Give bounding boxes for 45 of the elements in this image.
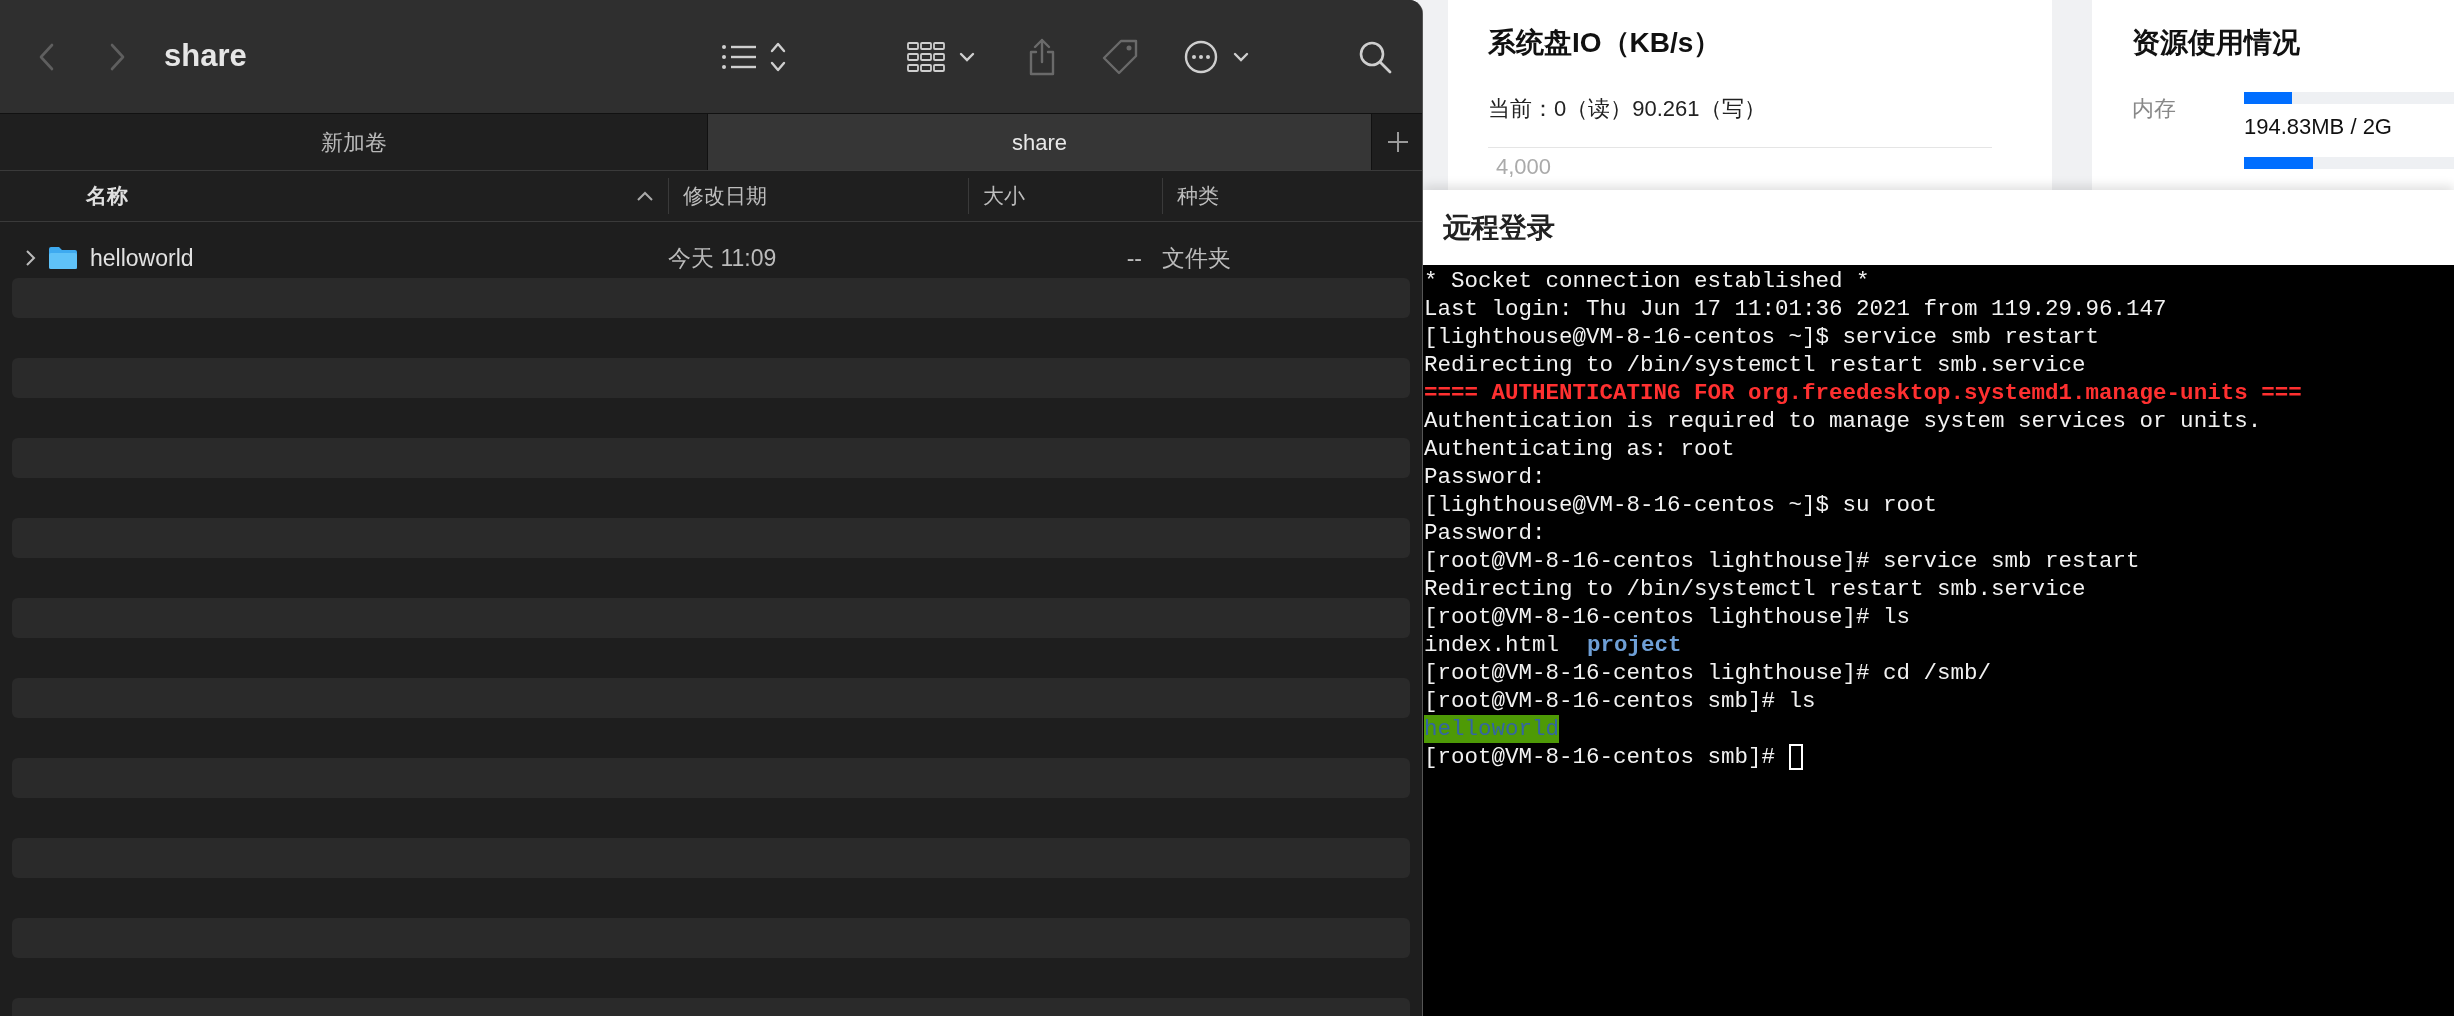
current-io-text: 当前：0（读）90.261（写） xyxy=(1488,95,1767,123)
terminal-text: ==== AUTHENTICATING FOR org.freedesktop.systemd1.manage-units === xyxy=(1424,379,2302,407)
terminal-text: [root@VM-8-16-centos lighthouse]# service smb restart xyxy=(1424,547,2140,575)
panel-title: 远程登录 xyxy=(1443,210,1555,245)
usage-reading: 194.83MB / 2G xyxy=(2244,113,2393,141)
column-header[interactable]: 修改日期 xyxy=(683,180,767,212)
file-date: 今天 11:09 xyxy=(668,243,778,273)
card-title: 资源使用情况 xyxy=(2132,26,2301,60)
disclosure-icon[interactable] xyxy=(24,249,38,267)
terminal-text: [root@VM-8-16-centos lighthouse]# cd /smb/ xyxy=(1424,659,1992,687)
card-title: 系统盘IO（KB/s） xyxy=(1488,26,1723,60)
terminal-text: [root@VM-8-16-centos smb]# xyxy=(1424,743,1776,771)
terminal-text: helloworld xyxy=(1424,715,1560,743)
column-header[interactable]: 大小 xyxy=(983,180,1025,212)
terminal-text: * Socket connection established * xyxy=(1424,267,1870,295)
share-icon[interactable] xyxy=(1027,37,1057,76)
terminal-text: [root@VM-8-16-centos lighthouse]# ls xyxy=(1424,603,1911,631)
column-header[interactable]: 种类 xyxy=(1177,180,1219,212)
window-title: share xyxy=(164,37,247,76)
terminal-text: Authentication is required to manage system services or units. xyxy=(1424,407,2262,435)
axis-tick-label: 4,000 xyxy=(1496,154,1552,179)
tab[interactable]: share xyxy=(708,114,1372,170)
terminal-text: [root@VM-8-16-centos smb]# ls xyxy=(1424,687,1816,715)
tag-icon[interactable] xyxy=(1101,37,1139,76)
terminal-text: [lighthouse@VM-8-16-centos ~]$ service smb restart xyxy=(1424,323,2100,351)
terminal-text: project xyxy=(1587,631,1682,659)
search-icon[interactable] xyxy=(1358,39,1392,74)
file-name: helloworld xyxy=(90,243,194,273)
terminal-text: Redirecting to /bin/systemctl restart smb.service xyxy=(1424,351,2086,379)
grid-view-icon[interactable] xyxy=(907,39,977,74)
terminal-text: [lighthouse@VM-8-16-centos ~]$ su root xyxy=(1424,491,1938,519)
terminal-text: Redirecting to /bin/systemctl restart smb.service xyxy=(1424,575,2086,603)
terminal-text: Authenticating as: root xyxy=(1424,435,1735,463)
file-row[interactable]: helloworld 今天 11:09 -- 文件夹 xyxy=(12,238,1410,278)
terminal-text: Last login: Thu Jun 17 11:01:36 2021 from 119.29.96.147 xyxy=(1424,295,2167,323)
terminal-text: index.html xyxy=(1424,631,1560,659)
column-header[interactable]: 名称 xyxy=(86,180,128,212)
terminal-text: Password: xyxy=(1424,463,1546,491)
add-tab-icon[interactable] xyxy=(1387,131,1409,153)
terminal-text: Password: xyxy=(1424,519,1546,547)
folder-icon xyxy=(48,246,78,270)
resource-label: 内存 xyxy=(2132,96,2176,121)
file-size: -- xyxy=(1126,243,1142,273)
file-kind: 文件夹 xyxy=(1162,243,1231,273)
sort-caret-icon[interactable] xyxy=(636,190,654,202)
